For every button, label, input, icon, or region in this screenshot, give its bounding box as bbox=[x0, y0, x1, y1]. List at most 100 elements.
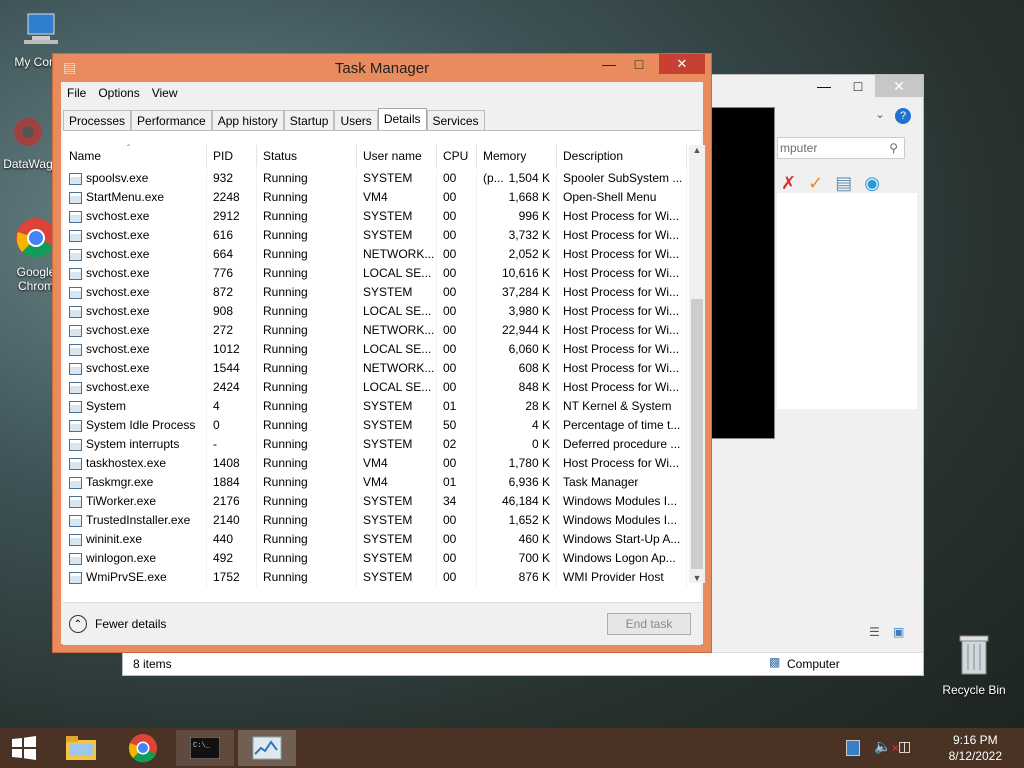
menu-options[interactable]: Options bbox=[92, 82, 145, 104]
taskbar-chrome[interactable] bbox=[114, 730, 172, 766]
help-icon[interactable]: ? bbox=[895, 108, 911, 124]
table-row[interactable]: svchost.exe 908 Running LOCAL SE... 00 3,980 … bbox=[63, 302, 687, 321]
tab-services[interactable]: Services bbox=[426, 110, 485, 131]
column-header-user-name[interactable]: User name bbox=[357, 145, 437, 167]
table-row[interactable]: svchost.exe 2424 Running LOCAL SE... 00 848 K… bbox=[63, 378, 687, 397]
cell-pid: 932 bbox=[207, 169, 257, 188]
vertical-scrollbar[interactable]: ▲ ▼ bbox=[689, 145, 705, 583]
explorer-content bbox=[777, 193, 917, 409]
check-icon[interactable]: ✓ bbox=[808, 173, 823, 194]
task-manager-window[interactable]: ▤ Task Manager — □ ✕ File Options View P… bbox=[52, 53, 712, 653]
tab-performance[interactable]: Performance bbox=[131, 110, 212, 131]
start-button[interactable] bbox=[0, 730, 48, 766]
chevron-up-icon: ⌃ bbox=[69, 615, 87, 633]
maximize-button[interactable]: □ bbox=[625, 54, 653, 74]
delete-icon[interactable]: ✗ bbox=[781, 173, 796, 194]
process-icon bbox=[69, 286, 82, 299]
table-row[interactable]: spoolsv.exe 932 Running SYSTEM 00 1,504 K Spoo… bbox=[63, 169, 687, 188]
cell-description: Host Process for Wi... bbox=[557, 207, 687, 226]
cell-name: System bbox=[63, 397, 207, 416]
cell-name: svchost.exe bbox=[63, 359, 207, 378]
table-row[interactable]: svchost.exe 2912 Running SYSTEM 00 996 K Host … bbox=[63, 207, 687, 226]
cell-name: svchost.exe bbox=[63, 245, 207, 264]
scroll-up-arrow[interactable]: ▲ bbox=[689, 145, 705, 155]
process-icon bbox=[69, 552, 82, 565]
chevron-down-icon[interactable]: ⌄ bbox=[875, 107, 885, 121]
network-icon[interactable]: ◫ bbox=[898, 738, 911, 755]
status-item-count: 8 items bbox=[133, 657, 172, 671]
table-row[interactable]: svchost.exe 664 Running NETWORK... 00 2,052 K… bbox=[63, 245, 687, 264]
cell-description: WMI Provider Host bbox=[557, 568, 687, 587]
table-row[interactable]: svchost.exe 872 Running SYSTEM 00 37,284 K Hos… bbox=[63, 283, 687, 302]
column-header-name[interactable]: Name ˆ bbox=[63, 144, 207, 167]
table-row[interactable]: System 4 Running SYSTEM 01 28 K NT Kernel & Sy… bbox=[63, 397, 687, 416]
menu-view[interactable]: View bbox=[146, 82, 184, 104]
table-row[interactable]: svchost.exe 776 Running LOCAL SE... 00 10,616… bbox=[63, 264, 687, 283]
table-row[interactable]: Taskmgr.exe 1884 Running VM4 01 6,936 K Task M… bbox=[63, 473, 687, 492]
cell-description: Host Process for Wi... bbox=[557, 226, 687, 245]
cell-user-name: SYSTEM bbox=[357, 416, 437, 435]
taskbar-task-manager[interactable] bbox=[238, 730, 296, 766]
table-row[interactable]: wininit.exe 440 Running SYSTEM 00 460 K Window… bbox=[63, 530, 687, 549]
cell-cpu: 00 bbox=[437, 245, 477, 264]
column-header-cpu[interactable]: CPU bbox=[437, 145, 477, 167]
cell-pid: 2912 bbox=[207, 207, 257, 226]
tab-users[interactable]: Users bbox=[334, 110, 378, 131]
tab-app-history[interactable]: App history bbox=[211, 110, 284, 131]
table-row[interactable]: taskhostex.exe 1408 Running VM4 00 1,780 K Hos… bbox=[63, 454, 687, 473]
clock[interactable]: 9:16 PM 8/12/2022 bbox=[949, 732, 1002, 764]
menu-file[interactable]: File bbox=[61, 82, 92, 104]
table-row[interactable]: svchost.exe 272 Running NETWORK... 00 22,944 … bbox=[63, 321, 687, 340]
title-bar[interactable]: ▤ Task Manager — □ ✕ bbox=[53, 54, 711, 82]
column-header-memory[interactable]: Memory (p... bbox=[477, 145, 557, 185]
cell-status: Running bbox=[257, 321, 357, 340]
column-header-description[interactable]: Description bbox=[557, 145, 687, 167]
details-view-icon[interactable]: ☰ bbox=[869, 625, 880, 639]
end-task-button[interactable]: End task bbox=[607, 613, 691, 635]
column-header-status[interactable]: Status bbox=[257, 145, 357, 167]
maximize-button[interactable]: □ bbox=[841, 75, 875, 97]
cell-description: Host Process for Wi... bbox=[557, 264, 687, 283]
start-icon bbox=[12, 736, 36, 760]
scroll-down-arrow[interactable]: ▼ bbox=[689, 573, 705, 583]
table-row[interactable]: svchost.exe 616 Running SYSTEM 00 3,732 K Host… bbox=[63, 226, 687, 245]
desktop-icon-recycle-bin[interactable]: Recycle Bin bbox=[934, 632, 1014, 697]
properties-icon[interactable]: ▤ bbox=[835, 173, 852, 194]
table-row[interactable]: System Idle Process 0 Running SYSTEM 50 4 K Pe… bbox=[63, 416, 687, 435]
process-icon bbox=[69, 362, 82, 375]
process-icon bbox=[69, 381, 82, 394]
minimize-button[interactable]: — bbox=[807, 75, 841, 97]
process-icon bbox=[69, 457, 82, 470]
fewer-details-button[interactable]: ⌃ Fewer details bbox=[69, 615, 166, 633]
tab-details[interactable]: Details bbox=[377, 108, 427, 131]
table-row[interactable]: TiWorker.exe 2176 Running SYSTEM 34 46,184 KW… bbox=[63, 492, 687, 511]
search-input[interactable]: mputer ⚲ bbox=[777, 137, 905, 159]
cell-name: StartMenu.exe bbox=[63, 188, 207, 207]
close-button[interactable]: ✕ bbox=[875, 75, 923, 97]
table-row[interactable]: TrustedInstaller.exe 2140 Running SYSTEM 00 1… bbox=[63, 511, 687, 530]
close-button[interactable]: ✕ bbox=[659, 54, 705, 74]
tab-startup[interactable]: Startup bbox=[283, 110, 335, 131]
table-row[interactable]: System interrupts - Running SYSTEM 02 0 K Defe… bbox=[63, 435, 687, 454]
console-preview bbox=[711, 107, 775, 439]
large-icons-view-icon[interactable]: ▣ bbox=[893, 625, 904, 639]
table-row[interactable]: WmiPrvSE.exe 1752 Running SYSTEM 00 876 K WMI … bbox=[63, 568, 687, 587]
globe-icon[interactable]: ◉ bbox=[864, 173, 880, 194]
tray-device-icon[interactable] bbox=[846, 740, 860, 756]
cell-user-name: SYSTEM bbox=[357, 568, 437, 587]
table-row[interactable]: svchost.exe 1012 Running LOCAL SE... 00 6,060… bbox=[63, 340, 687, 359]
taskbar-command-prompt[interactable]: C:\_ bbox=[176, 730, 234, 766]
volume-muted-icon[interactable]: 🔈✕ bbox=[874, 738, 899, 755]
table-row[interactable]: svchost.exe 1544 Running NETWORK... 00 608 KH… bbox=[63, 359, 687, 378]
column-header-pid[interactable]: PID bbox=[207, 145, 257, 167]
taskbar-file-explorer[interactable] bbox=[52, 730, 110, 766]
table-row[interactable]: StartMenu.exe 2248 Running VM4 00 1,668 K Open… bbox=[63, 188, 687, 207]
scroll-thumb[interactable] bbox=[691, 299, 703, 569]
cell-cpu: 34 bbox=[437, 492, 477, 511]
tab-processes[interactable]: Processes bbox=[63, 110, 132, 131]
process-icon bbox=[69, 305, 82, 318]
clock-time: 9:16 PM bbox=[952, 733, 998, 747]
minimize-button[interactable]: — bbox=[595, 54, 623, 74]
table-row[interactable]: winlogon.exe 492 Running SYSTEM 00 700 K Windo… bbox=[63, 549, 687, 568]
cell-memory: 3,732 K bbox=[477, 226, 557, 245]
